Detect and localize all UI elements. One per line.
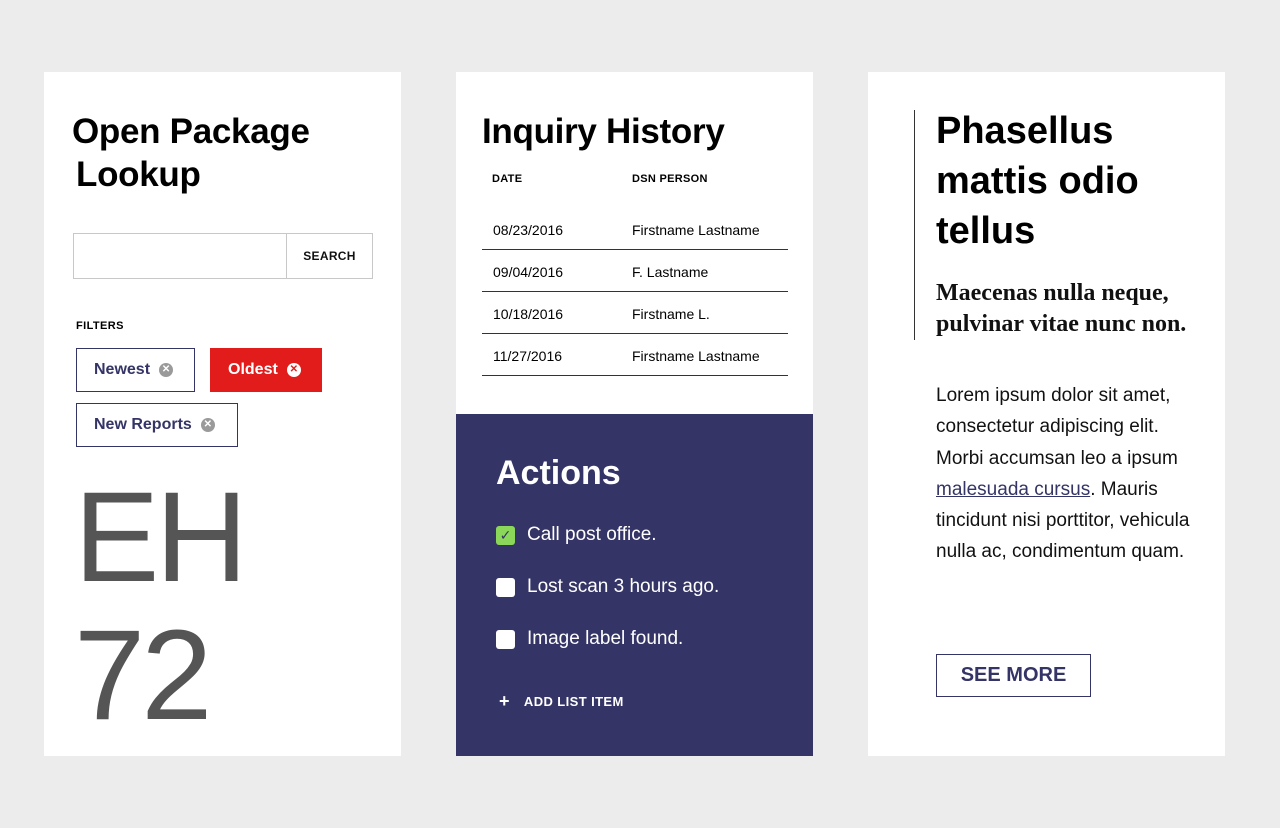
todo-label: Lost scan 3 hours ago.: [527, 576, 720, 597]
table-row: 08/23/2016 Firstname Lastname: [482, 208, 788, 250]
actions-panel: Actions ✓ Call post office. Lost scan 3 …: [456, 414, 813, 756]
row-date: 08/23/2016: [493, 222, 564, 238]
see-more-button[interactable]: SEE MORE: [936, 654, 1091, 697]
history-title: Inquiry History: [482, 112, 725, 151]
package-code-line2: 72: [74, 604, 212, 747]
filter-chip-oldest[interactable]: Oldest ✕: [210, 348, 322, 392]
row-person: F. Lastname: [632, 264, 709, 280]
todo-item[interactable]: Image label found.: [496, 628, 683, 650]
todo-label: Call post office.: [527, 524, 657, 545]
checkbox-icon[interactable]: [496, 577, 515, 597]
lookup-title-line1: Open Package: [72, 112, 310, 151]
inquiry-history-card: Inquiry History DATE DSN PERSON 08/23/20…: [456, 72, 813, 756]
lookup-title: Open Package Lookup: [72, 110, 310, 196]
article-link[interactable]: malesuada cursus: [936, 479, 1090, 500]
filter-chip-new-reports[interactable]: New Reports ✕: [76, 403, 238, 447]
accent-divider: [914, 110, 915, 340]
filter-chip-label: Oldest: [228, 361, 278, 378]
checkbox-checked-icon[interactable]: ✓: [496, 525, 515, 545]
row-date: 10/18/2016: [493, 306, 564, 322]
search-button[interactable]: SEARCH: [286, 233, 373, 279]
column-header-date: DATE: [492, 173, 523, 185]
article-headline: Phasellus mattis odio tellus: [936, 110, 1139, 252]
row-person: Firstname L.: [632, 306, 710, 322]
package-code-line1: EH: [74, 466, 248, 609]
plus-icon: +: [499, 691, 510, 711]
add-list-item-label: ADD LIST ITEM: [523, 693, 624, 709]
search-input[interactable]: [73, 233, 287, 279]
package-lookup-card: Open Package Lookup SEARCH FILTERS Newes…: [44, 72, 401, 756]
remove-filter-icon[interactable]: ✕: [200, 418, 215, 432]
table-row: 09/04/2016 F. Lastname: [482, 250, 788, 292]
row-date: 11/27/2016: [493, 348, 563, 364]
article-subhead: Maecenas nulla neque, pulvinar vitae nun…: [936, 280, 1187, 337]
checkbox-icon[interactable]: [496, 629, 515, 649]
filter-chip-label: Newest: [94, 361, 151, 378]
article-card: Phasellus mattis odio tellus Maecenas nu…: [868, 72, 1225, 756]
actions-title: Actions: [496, 454, 621, 492]
row-person: Firstname Lastname: [632, 348, 760, 364]
filter-chip-label: New Reports: [94, 416, 192, 433]
row-date: 09/04/2016: [493, 264, 564, 280]
column-header-person: DSN PERSON: [632, 173, 708, 185]
table-row: 10/18/2016 Firstname L.: [482, 292, 788, 334]
article-body: Lorem ipsum dolor sit amet, consectetur …: [936, 380, 1198, 568]
lookup-title-line2: Lookup: [76, 155, 201, 194]
todo-item[interactable]: Lost scan 3 hours ago.: [496, 576, 719, 598]
add-list-item-button[interactable]: + ADD LIST ITEM: [499, 692, 624, 710]
row-person: Firstname Lastname: [632, 222, 760, 238]
filter-chip-newest[interactable]: Newest ✕: [76, 348, 195, 392]
article-body-text: Lorem ipsum dolor sit amet, consectetur …: [936, 385, 1178, 469]
todo-label: Image label found.: [527, 628, 684, 649]
filters-label: FILTERS: [76, 320, 124, 332]
table-row: 11/27/2016 Firstname Lastname: [482, 334, 788, 376]
remove-filter-icon[interactable]: ✕: [159, 363, 174, 377]
remove-filter-icon[interactable]: ✕: [286, 363, 301, 377]
todo-item[interactable]: ✓ Call post office.: [496, 524, 657, 546]
